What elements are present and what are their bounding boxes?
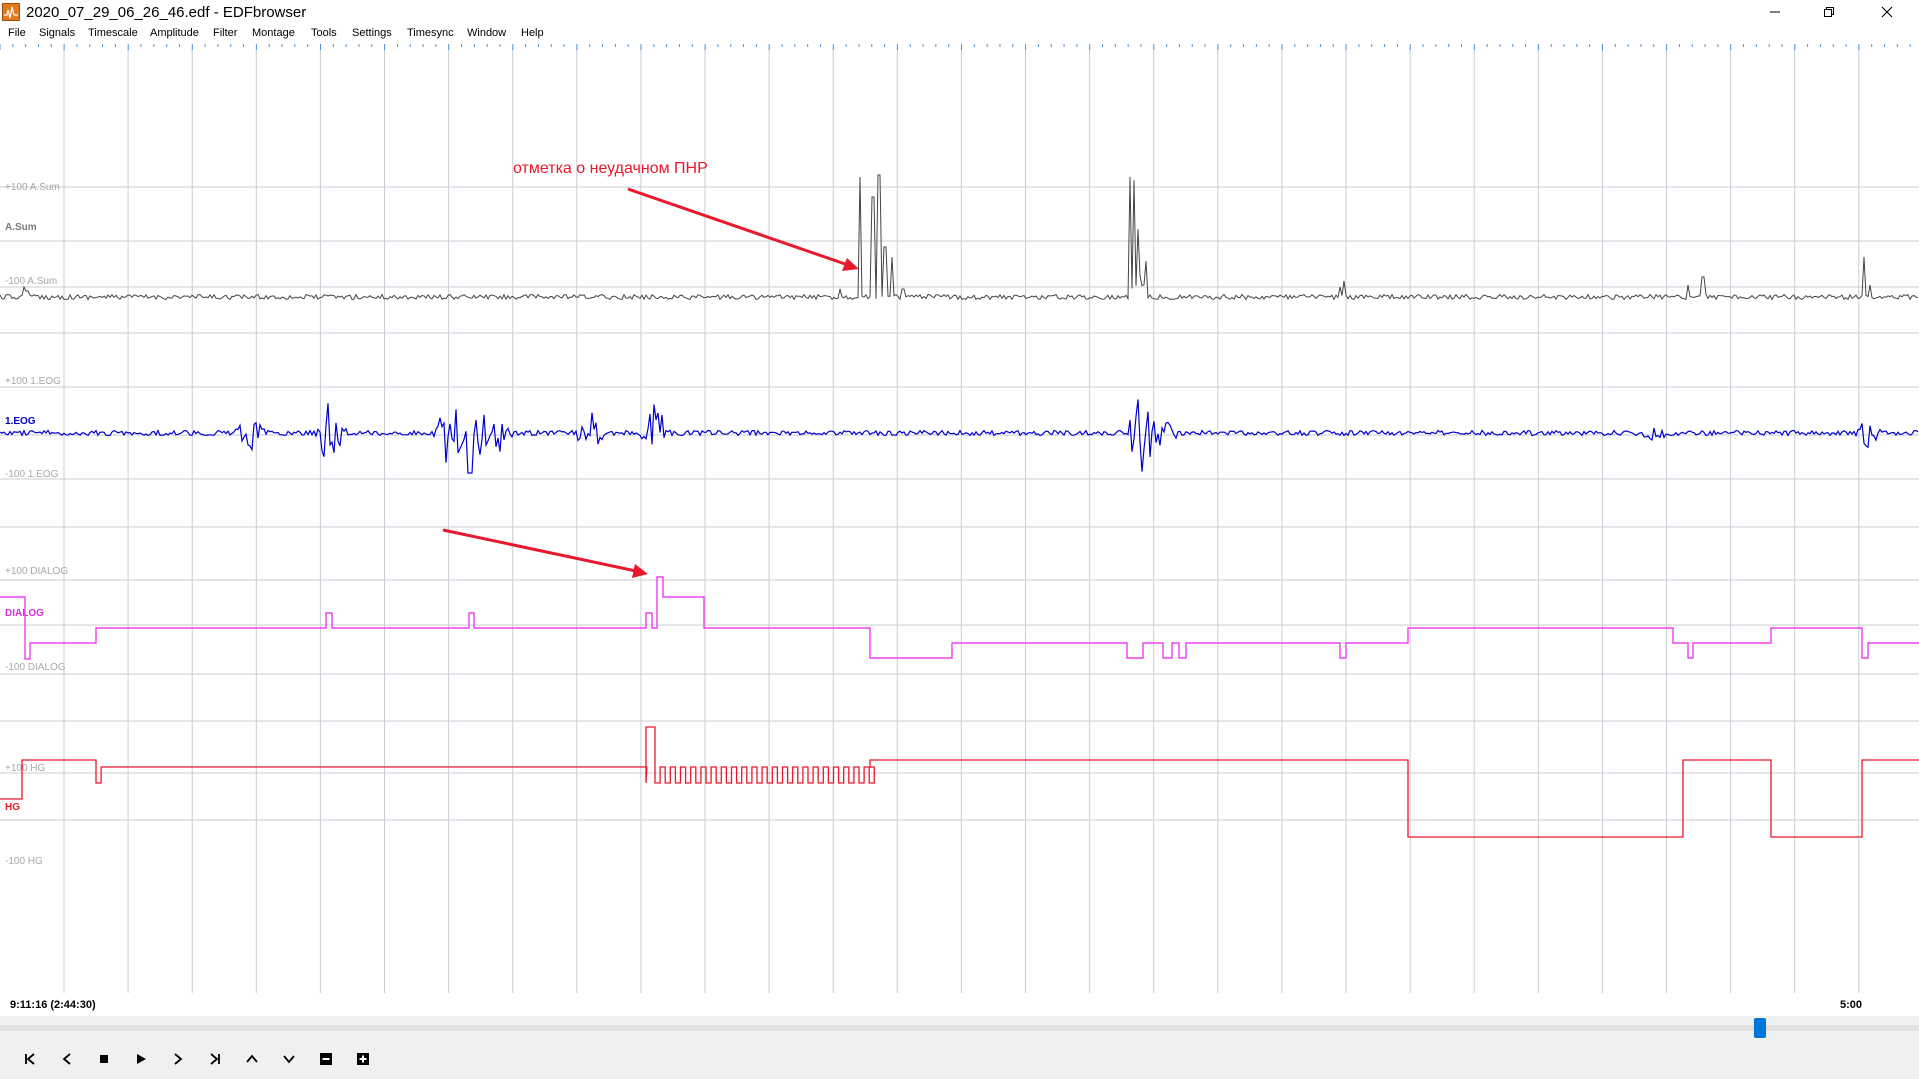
zoom-in-icon — [357, 1053, 369, 1065]
asum-name-label: A.Sum — [5, 222, 37, 233]
menu-timesync[interactable]: Timesync — [407, 27, 454, 39]
dialog-lower-label: -100 DIALOG — [5, 662, 66, 673]
menu-signals[interactable]: Signals — [39, 27, 75, 39]
timescale-label: 5:00 — [1840, 999, 1863, 1011]
amplitude-up-icon — [246, 1054, 258, 1063]
close-button[interactable] — [1864, 0, 1910, 24]
scroll-track[interactable] — [0, 1025, 1919, 1031]
eog-upper-label: +100 1.EOG — [5, 376, 61, 387]
next-button[interactable] — [166, 1048, 190, 1070]
skip-start-button[interactable] — [18, 1048, 42, 1070]
eog-name-label: 1.EOG — [5, 416, 36, 427]
close-icon — [1881, 6, 1893, 18]
menu-bar: File Signals Timescale Amplitude Filter … — [0, 24, 1919, 44]
hg-lower-label: -100 HG — [5, 856, 43, 867]
skip-start-icon — [25, 1053, 35, 1065]
dialog-upper-label: +100 DIALOG — [5, 566, 68, 577]
prev-icon — [62, 1053, 71, 1065]
menu-filter[interactable]: Filter — [213, 27, 237, 39]
hg-name-label: HG — [5, 802, 20, 813]
annotation-arrowhead-dialog — [632, 564, 648, 578]
minimize-button[interactable] — [1752, 0, 1798, 24]
annotation-arrow-asum — [627, 187, 849, 267]
time-bar: 9:11:16 (2:44:30) 5:00 — [0, 995, 1919, 1017]
menu-amplitude[interactable]: Amplitude — [150, 27, 199, 39]
menu-tools[interactable]: Tools — [311, 27, 337, 39]
zoom-out-icon — [320, 1053, 332, 1065]
menu-settings[interactable]: Settings — [352, 27, 392, 39]
restore-icon — [1824, 7, 1834, 17]
play-button[interactable] — [129, 1048, 153, 1070]
signal-plot[interactable]: +100 A.Sum A.Sum -100 A.Sum +100 1.EOG 1… — [0, 44, 1919, 995]
prev-button[interactable] — [55, 1048, 79, 1070]
zoom-in-button[interactable] — [351, 1048, 375, 1070]
play-icon — [137, 1054, 146, 1064]
navigation-toolbar — [0, 1040, 1919, 1079]
menu-window[interactable]: Window — [467, 27, 506, 39]
next-icon — [174, 1053, 183, 1065]
skip-end-button[interactable] — [203, 1048, 227, 1070]
horizontal-scrollbar[interactable] — [0, 1016, 1919, 1040]
menu-help[interactable]: Help — [521, 27, 544, 39]
zoom-out-button[interactable] — [314, 1048, 338, 1070]
annotation-arrow-dialog — [442, 528, 637, 573]
minimize-icon — [1770, 11, 1780, 13]
skip-end-icon — [210, 1053, 220, 1065]
asum-trace — [0, 174, 1919, 301]
amplitude-up-button[interactable] — [240, 1048, 264, 1070]
restore-button[interactable] — [1806, 0, 1852, 24]
dialog-trace — [0, 576, 1919, 660]
asum-lower-label: -100 A.Sum — [5, 276, 57, 287]
edf-app-icon — [2, 3, 20, 21]
stop-button[interactable] — [92, 1048, 116, 1070]
window-title: 2020_07_29_06_26_46.edf - EDFbrowser — [26, 4, 307, 21]
plot-grid — [0, 48, 1919, 993]
eog-trace — [0, 399, 1919, 474]
menu-montage[interactable]: Montage — [252, 27, 295, 39]
menu-timescale[interactable]: Timescale — [88, 27, 138, 39]
annotation-text: отметка о неудачном ПНР — [513, 160, 708, 177]
hg-upper-label: +100 HG — [5, 763, 46, 774]
title-bar: 2020_07_29_06_26_46.edf - EDFbrowser — [0, 0, 1919, 24]
stop-icon — [100, 1055, 108, 1063]
current-time-label: 9:11:16 (2:44:30) — [10, 999, 96, 1011]
menu-file[interactable]: File — [8, 27, 26, 39]
amplitude-down-icon — [283, 1055, 295, 1064]
scroll-thumb[interactable] — [1754, 1018, 1766, 1038]
eog-lower-label: -100 1.EOG — [5, 469, 59, 480]
time-ruler — [0, 44, 1911, 50]
amplitude-down-button[interactable] — [277, 1048, 301, 1070]
asum-upper-label: +100 A.Sum — [5, 182, 60, 193]
annotation-arrowhead-asum — [842, 258, 859, 271]
